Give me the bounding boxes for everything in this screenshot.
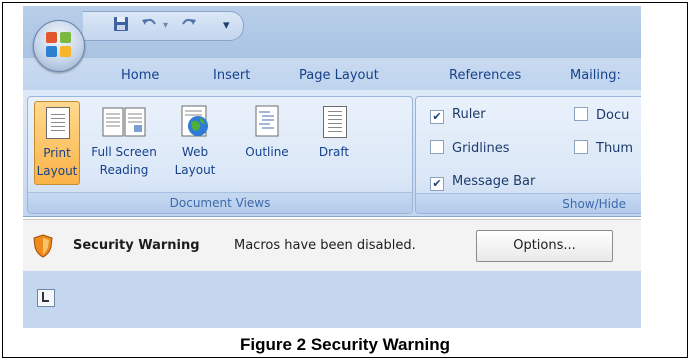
full-screen-reading-label-2: Reading xyxy=(99,163,149,177)
undo-icon[interactable] xyxy=(141,16,159,38)
thumbnails-checkbox-label: Thum xyxy=(596,141,634,156)
document-map-checkbox-label: Docu xyxy=(596,108,630,123)
ruler-checkbox-label: Ruler xyxy=(452,107,486,122)
web-layout-label-1: Web xyxy=(181,145,209,159)
ruler-checkbox[interactable]: ✔ xyxy=(430,110,444,124)
outline-button[interactable]: Outline xyxy=(234,101,300,183)
redo-icon[interactable] xyxy=(179,16,197,38)
quick-access-toolbar: ▾ ▾ xyxy=(83,11,244,41)
tab-mailings[interactable]: Mailing: xyxy=(570,68,621,83)
full-screen-reading-button[interactable]: Full Screen Reading xyxy=(82,101,166,183)
outline-icon xyxy=(250,105,284,141)
ruler-area xyxy=(23,271,641,328)
shield-icon xyxy=(33,234,53,258)
security-message-bar: Security Warning Macros have been disabl… xyxy=(23,219,641,273)
web-layout-icon xyxy=(178,105,212,141)
print-layout-icon xyxy=(40,106,74,142)
tab-references[interactable]: References xyxy=(449,68,521,83)
full-screen-reading-icon xyxy=(101,105,147,141)
message-bar-checkbox[interactable]: ✔ xyxy=(430,177,444,191)
show-hide-group-label: Show/Hide xyxy=(416,193,641,213)
full-screen-reading-label-1: Full Screen xyxy=(91,145,157,159)
show-hide-group: ✔ Ruler Gridlines ✔ Message Bar Docu Thum … xyxy=(415,96,641,214)
figure-caption: Figure 2 Security Warning xyxy=(239,335,451,354)
draft-icon xyxy=(317,105,351,141)
tab-home[interactable]: Home xyxy=(121,68,159,83)
web-layout-button[interactable]: Web Layout xyxy=(166,101,224,183)
tab-page-layout[interactable]: Page Layout xyxy=(299,68,379,83)
security-warning-title: Security Warning xyxy=(73,238,200,253)
word-window-screenshot: ▾ ▾ Home Insert Page Layout References M… xyxy=(23,6,641,328)
ruler-tab-icon[interactable] xyxy=(37,289,55,307)
figure-frame: ▾ ▾ Home Insert Page Layout References M… xyxy=(2,2,688,358)
document-views-group-label: Document Views xyxy=(28,192,412,213)
office-button[interactable] xyxy=(33,20,85,72)
document-map-checkbox-row[interactable]: Docu xyxy=(574,107,629,123)
print-layout-button[interactable]: Print Layout xyxy=(34,101,80,185)
thumbnails-checkbox-row[interactable]: Thum xyxy=(574,140,633,156)
draft-button[interactable]: Draft xyxy=(306,101,362,183)
customize-qat-icon[interactable]: ▾ xyxy=(223,18,230,33)
options-button[interactable]: Options... xyxy=(476,230,613,262)
tab-insert[interactable]: Insert xyxy=(213,68,250,83)
outline-label: Outline xyxy=(245,145,289,159)
undo-dropdown-icon[interactable]: ▾ xyxy=(163,16,168,36)
message-bar-checkbox-row[interactable]: ✔ Message Bar xyxy=(430,174,535,191)
ribbon-tabs: Home Insert Page Layout References Maili… xyxy=(23,58,641,94)
print-layout-label-1: Print xyxy=(43,146,71,160)
document-views-group: Print Layout Full Screen Reading Web Lay… xyxy=(27,96,413,214)
save-icon[interactable] xyxy=(113,16,129,38)
message-bar-checkbox-label: Message Bar xyxy=(452,174,536,189)
gridlines-checkbox[interactable] xyxy=(430,140,444,154)
print-layout-label-2: Layout xyxy=(36,164,78,178)
security-warning-message: Macros have been disabled. xyxy=(234,238,416,253)
thumbnails-checkbox[interactable] xyxy=(574,140,588,154)
gridlines-checkbox-row[interactable]: Gridlines xyxy=(430,140,510,156)
web-layout-label-2: Layout xyxy=(174,163,216,177)
document-map-checkbox[interactable] xyxy=(574,107,588,121)
office-logo-icon xyxy=(46,32,72,58)
draft-label: Draft xyxy=(318,145,350,159)
ribbon: Print Layout Full Screen Reading Web Lay… xyxy=(23,90,641,217)
ruler-checkbox-row[interactable]: ✔ Ruler xyxy=(430,107,486,124)
gridlines-checkbox-label: Gridlines xyxy=(452,141,510,156)
